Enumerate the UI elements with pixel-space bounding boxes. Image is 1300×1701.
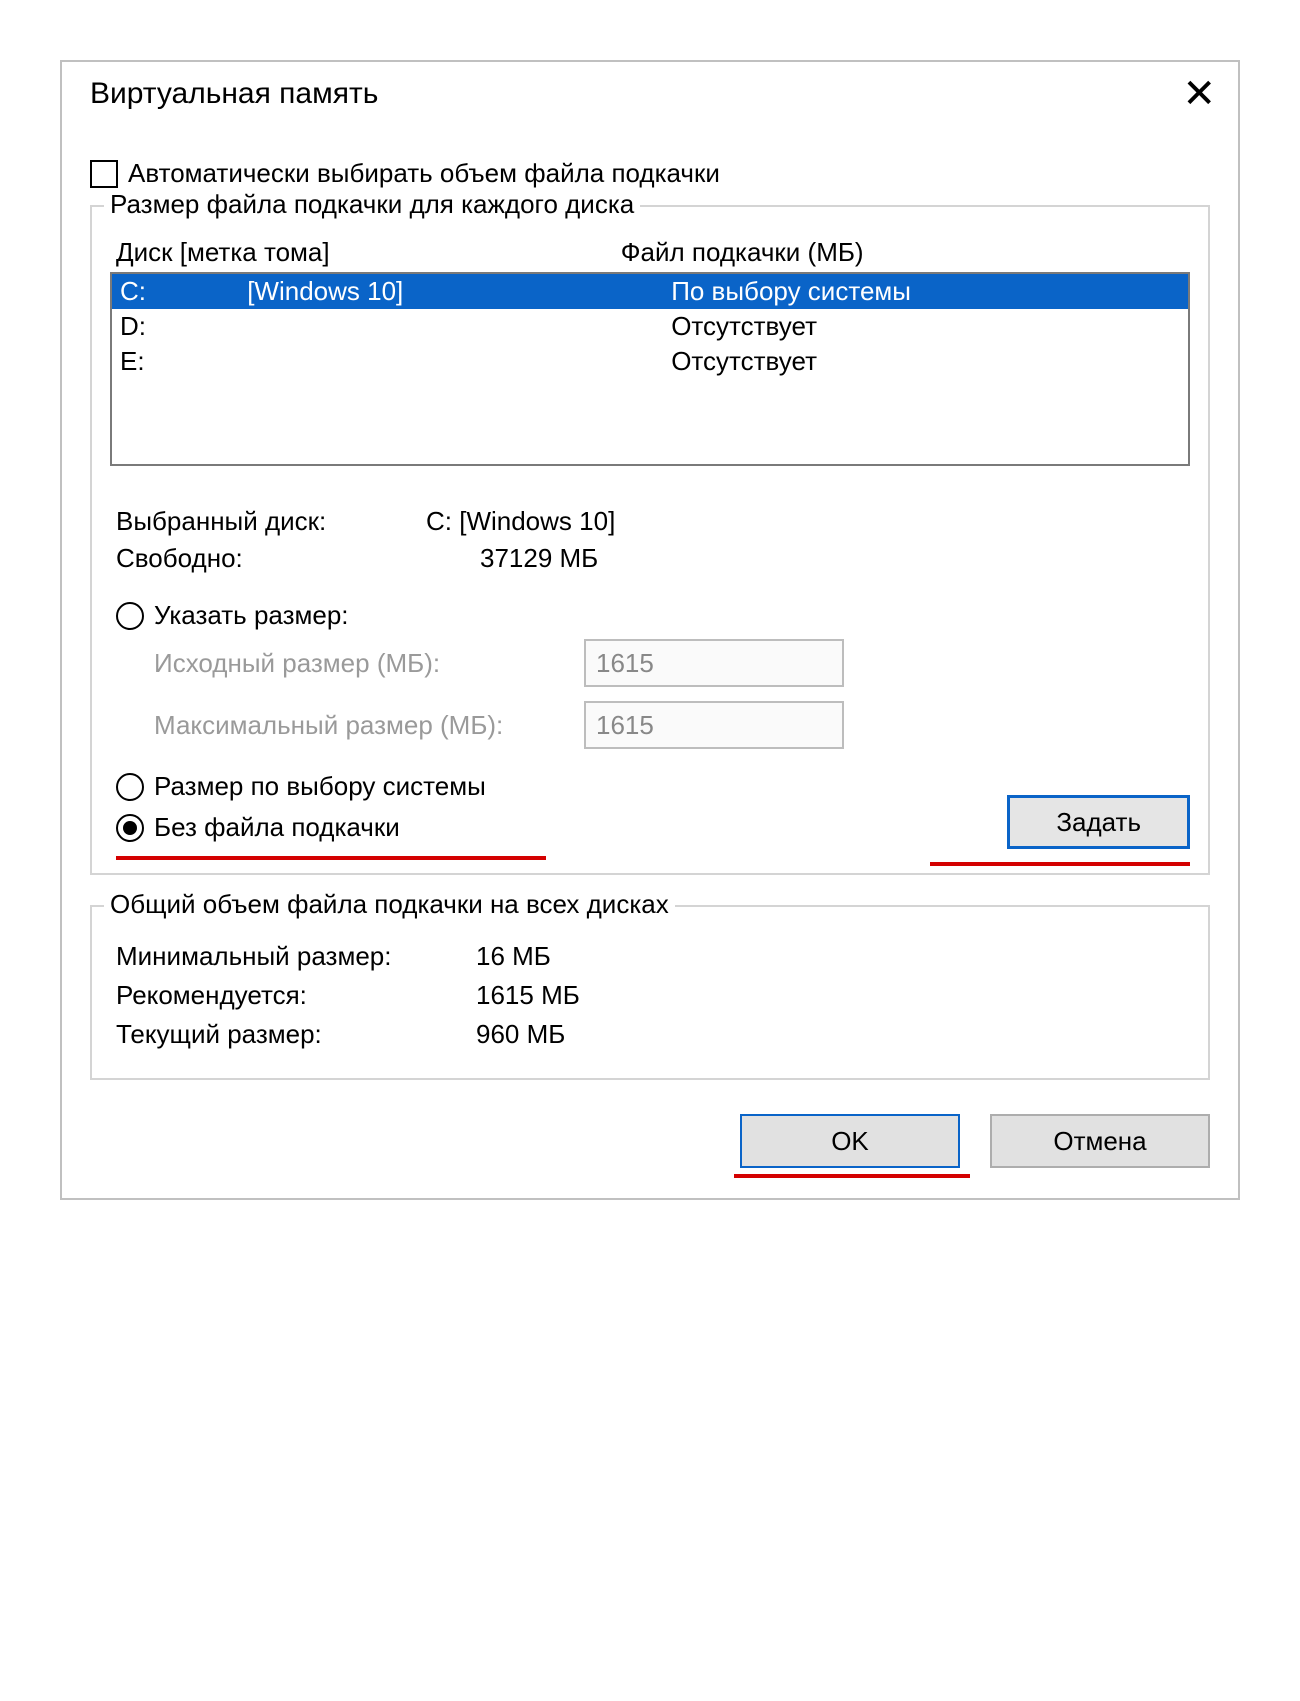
total-group: Общий объем файла подкачки на всех диска… <box>90 905 1210 1080</box>
drive-label: [Windows 10] <box>247 276 671 307</box>
min-size-value: 16 МБ <box>476 941 551 972</box>
virtual-memory-dialog: Виртуальная память ✕ Автоматически выбир… <box>60 60 1240 1200</box>
current-size-label: Текущий размер: <box>116 1019 476 1050</box>
window-title: Виртуальная память <box>90 77 378 111</box>
highlight-underline <box>116 856 546 860</box>
custom-size-radio[interactable] <box>116 602 144 630</box>
free-space-value: 37129 МБ <box>480 543 598 574</box>
current-size-value: 960 МБ <box>476 1019 565 1050</box>
ok-button[interactable]: OK <box>740 1114 960 1168</box>
cancel-button[interactable]: Отмена <box>990 1114 1210 1168</box>
drive-status: Отсутствует <box>671 346 1180 377</box>
drive-list-header-pagefile: Файл подкачки (МБ) <box>621 237 1190 268</box>
custom-size-label: Указать размер: <box>154 600 349 631</box>
drive-label <box>247 311 671 342</box>
drive-group: Размер файла подкачки для каждого диска … <box>90 205 1210 875</box>
drive-status: Отсутствует <box>671 311 1180 342</box>
drive-row-c[interactable]: C: [Windows 10] По выбору системы <box>112 274 1188 309</box>
max-size-label: Максимальный размер (МБ): <box>154 710 564 741</box>
drive-letter: D: <box>120 311 247 342</box>
recommended-value: 1615 МБ <box>476 980 580 1011</box>
total-group-legend: Общий объем файла подкачки на всех диска… <box>104 889 675 920</box>
highlight-underline <box>734 1174 970 1178</box>
set-button[interactable]: Задать <box>1007 795 1190 849</box>
selected-drive-label: Выбранный диск: <box>116 506 426 537</box>
drive-letter: C: <box>120 276 247 307</box>
drive-list-header: Диск [метка тома] Файл подкачки (МБ) <box>116 237 1190 268</box>
free-space-label: Свободно: <box>116 543 426 574</box>
close-icon[interactable]: ✕ <box>1182 74 1216 114</box>
min-size-label: Минимальный размер: <box>116 941 476 972</box>
drive-list-header-drive: Диск [метка тома] <box>116 237 621 268</box>
titlebar: Виртуальная память ✕ <box>62 62 1238 126</box>
initial-size-input[interactable] <box>584 639 844 687</box>
drive-row-e[interactable]: E: Отсутствует <box>112 344 1188 379</box>
max-size-input[interactable] <box>584 701 844 749</box>
drive-status: По выбору системы <box>671 276 1180 307</box>
drive-group-legend: Размер файла подкачки для каждого диска <box>104 189 640 220</box>
drive-listbox[interactable]: C: [Windows 10] По выбору системы D: Отс… <box>110 272 1190 466</box>
drive-label <box>247 346 671 377</box>
auto-manage-label: Автоматически выбирать объем файла подка… <box>128 158 720 189</box>
initial-size-label: Исходный размер (МБ): <box>154 648 564 679</box>
recommended-label: Рекомендуется: <box>116 980 476 1011</box>
selected-drive-value: C: [Windows 10] <box>426 506 615 537</box>
drive-row-d[interactable]: D: Отсутствует <box>112 309 1188 344</box>
drive-letter: E: <box>120 346 247 377</box>
auto-manage-checkbox[interactable] <box>90 160 118 188</box>
highlight-underline <box>930 862 1190 866</box>
